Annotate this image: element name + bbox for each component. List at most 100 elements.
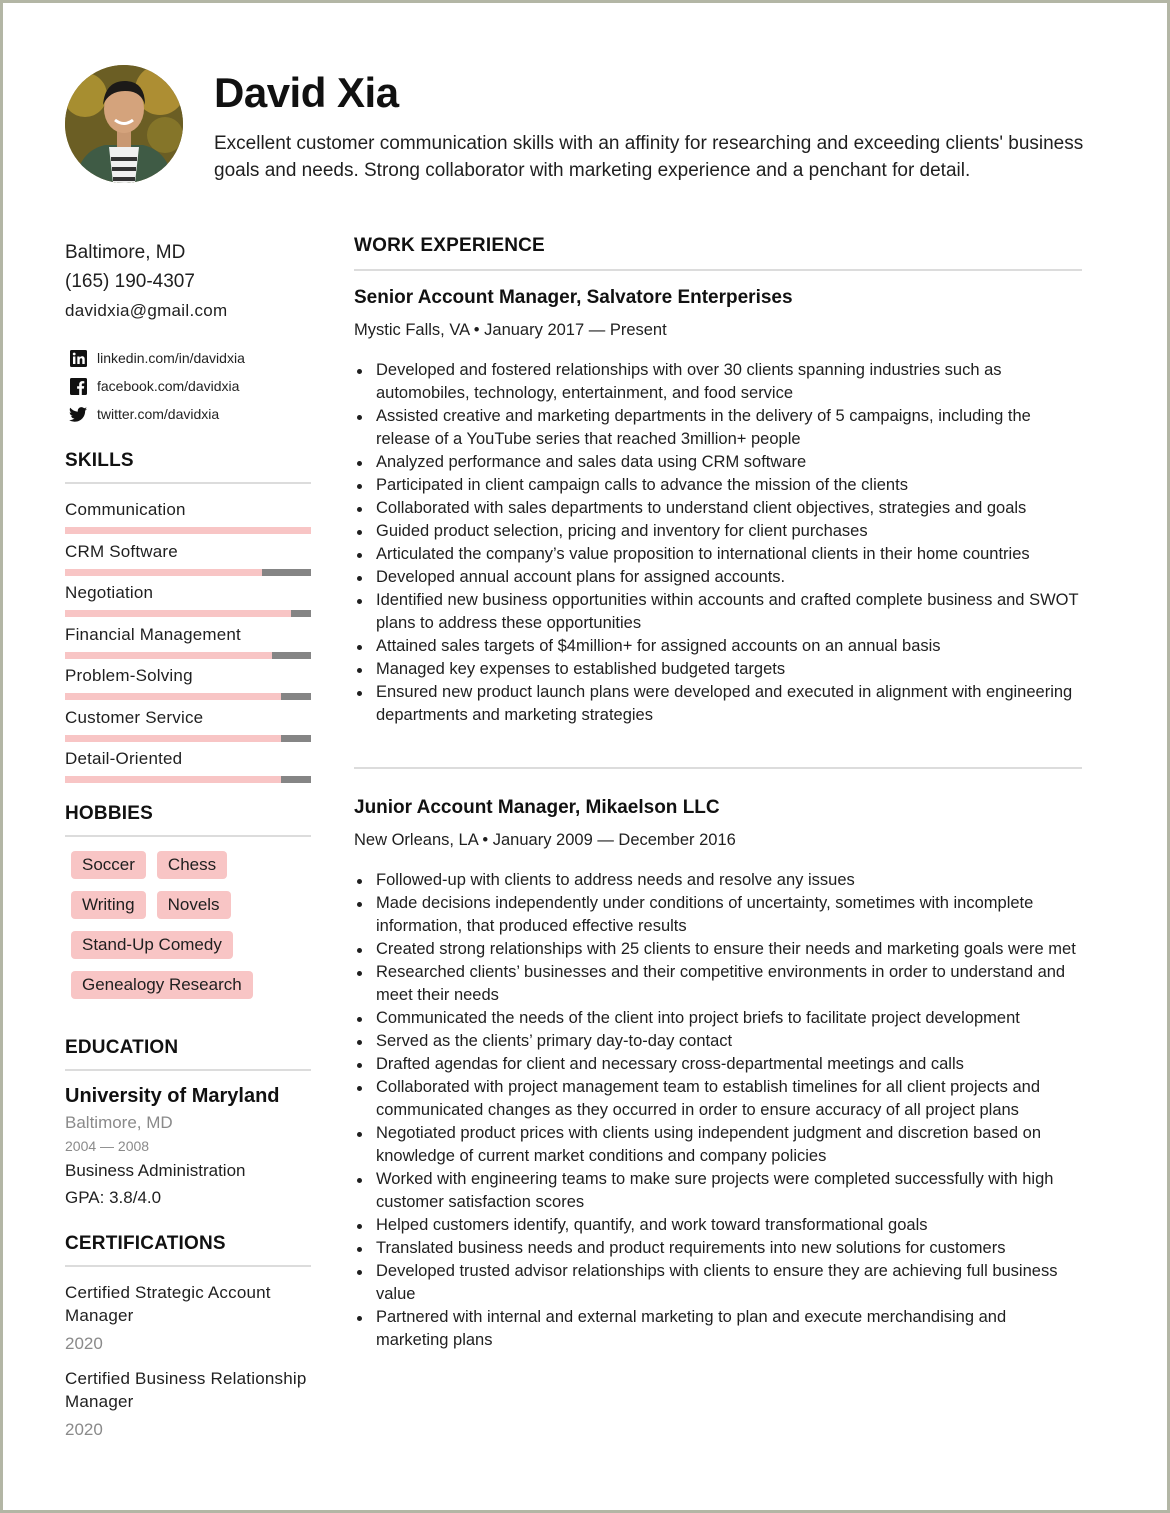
hobby-tags: Soccer Chess Writing Novels Stand-Up Com… — [65, 850, 317, 1011]
job-bullet: Collaborated with sales departments to u… — [354, 497, 1082, 520]
skill-level-bar — [65, 527, 311, 534]
job-bullet: Served as the clients’ primary day-to-da… — [354, 1030, 1082, 1053]
job-bullet: Articulated the company’s value proposit… — [354, 543, 1082, 566]
work-experience-heading: WORK EXPERIENCE — [354, 235, 1082, 271]
skill-label: Financial Management — [65, 624, 241, 644]
social-link-facebook[interactable]: facebook.com/davidxia — [65, 372, 311, 400]
skills-heading: SKILLS — [65, 450, 311, 484]
skill-level-bar — [65, 651, 311, 659]
job-bullet: Created strong relationships with 25 cli… — [354, 938, 1082, 961]
job-bullet: Communicated the needs of the client int… — [354, 1007, 1082, 1030]
hobby-tag: Soccer — [71, 850, 146, 879]
certification-name: Certified Business Relationship Manager — [65, 1368, 307, 1411]
social-link-linkedin[interactable]: linkedin.com/in/davidxia — [65, 344, 311, 372]
skill-level-bar — [65, 693, 311, 700]
twitter-icon — [69, 405, 87, 423]
school-name: University of Maryland — [65, 1084, 280, 1107]
hobby-tag: Chess — [156, 850, 228, 879]
skill-level-bar — [65, 734, 311, 742]
school-location: Baltimore, MD — [65, 1112, 173, 1132]
skill-label: Customer Service — [65, 707, 204, 727]
candidate-name: David Xia — [214, 69, 399, 116]
contact-email[interactable]: davidxia@gmail.com — [65, 296, 311, 326]
skill-level-fill — [65, 651, 272, 659]
skill-item: CRM Software — [65, 540, 311, 582]
contact-location: Baltimore, MD — [65, 242, 186, 263]
social-link-label: twitter.com/davidxia — [97, 406, 220, 422]
job-bullets: Developed and fostered relationships wit… — [354, 359, 1082, 727]
hobby-tag: Writing — [71, 890, 146, 919]
job-bullet: Guided product selection, pricing and in… — [354, 520, 1082, 543]
job-bullet: Ensured new product launch plans were de… — [354, 681, 1082, 727]
contact-phone: (165) 190-4307 — [65, 271, 195, 292]
skill-level-fill — [65, 776, 282, 783]
certification-item: Certified Business Relationship Manager … — [65, 1367, 311, 1443]
facebook-icon — [69, 377, 87, 395]
skill-level-fill — [65, 610, 292, 617]
skill-level-fill — [65, 568, 262, 576]
job-bullet: Assisted creative and marketing departme… — [354, 405, 1082, 451]
social-link-label: linkedin.com/in/davidxia — [97, 350, 245, 366]
linkedin-icon — [69, 349, 87, 367]
social-link-twitter[interactable]: twitter.com/davidxia — [65, 400, 311, 428]
skill-level-bar — [65, 776, 311, 783]
certification-year: 2020 — [65, 1419, 103, 1439]
job-bullet: Helped customers identify, quantify, and… — [354, 1214, 1082, 1237]
skill-item: Customer Service — [65, 706, 311, 748]
job-bullet: Attained sales targets of $4million+ for… — [354, 635, 1082, 658]
education-heading: EDUCATION — [65, 1037, 311, 1071]
job-meta: New Orleans, LA • January 2009 — Decembe… — [354, 831, 736, 849]
skill-level-fill — [65, 693, 282, 700]
profile-photo — [65, 65, 183, 183]
job-divider — [354, 767, 1082, 769]
job-bullet: Made decisions independently under condi… — [354, 892, 1082, 938]
skill-level-fill — [65, 734, 282, 742]
job-title: Senior Account Manager, Salvatore Enterp… — [354, 287, 793, 308]
job-bullet: Translated business needs and product re… — [354, 1237, 1082, 1260]
skill-item: Negotiation — [65, 581, 311, 623]
certification-year: 2020 — [65, 1333, 103, 1353]
job-bullet: Collaborated with project management tea… — [354, 1076, 1082, 1122]
job-entry: Junior Account Manager, Mikaelson LLC Ne… — [354, 795, 1082, 1352]
skill-label: Problem-Solving — [65, 666, 193, 685]
skill-item: Problem-Solving — [65, 664, 311, 706]
sidebar: Baltimore, MD (165) 190-4307 davidxia@gm… — [65, 238, 311, 1453]
certification-item: Certified Strategic Account Manager 2020 — [65, 1281, 311, 1357]
skill-item: Financial Management — [65, 623, 311, 665]
degree: Business Administration — [65, 1160, 246, 1180]
job-bullet: Negotiated product prices with clients u… — [354, 1122, 1082, 1168]
job-bullet: Followed-up with clients to address need… — [354, 869, 1082, 892]
job-meta: Mystic Falls, VA • January 2017 — Presen… — [354, 321, 667, 339]
skill-label: Negotiation — [65, 583, 154, 602]
skill-level-bar — [65, 568, 311, 576]
hobby-tag: Genealogy Research — [71, 970, 253, 999]
job-bullet: Analyzed performance and sales data usin… — [354, 451, 1082, 474]
skills-list: Communication CRM Software Negotiation F… — [65, 498, 311, 789]
main-content: WORK EXPERIENCE Senior Account Manager, … — [354, 235, 1082, 1352]
job-entry: Senior Account Manager, Salvatore Enterp… — [354, 285, 1082, 727]
job-bullet: Developed annual account plans for assig… — [354, 566, 1082, 589]
certifications-heading: CERTIFICATIONS — [65, 1233, 311, 1267]
job-bullet: Managed key expenses to established budg… — [354, 658, 1082, 681]
school-years: 2004 — 2008 — [65, 1137, 150, 1154]
resume-page: David Xia Excellent customer communicati… — [3, 3, 1167, 1510]
skill-item: Communication — [65, 498, 311, 540]
social-links: linkedin.com/in/davidxia facebook.com/da… — [65, 344, 311, 428]
certification-name: Certified Strategic Account Manager — [65, 1282, 271, 1325]
skill-label: CRM Software — [65, 541, 178, 561]
profile-summary: Excellent customer communication skills … — [214, 133, 1084, 181]
job-bullet: Participated in client campaign calls to… — [354, 474, 1082, 497]
skill-label: Detail-Oriented — [65, 749, 183, 768]
hobby-tag: Novels — [156, 890, 231, 919]
skill-level-fill — [65, 527, 311, 534]
social-link-label: facebook.com/davidxia — [97, 378, 240, 394]
job-bullet: Developed and fostered relationships wit… — [354, 359, 1082, 405]
hobby-tag: Stand-Up Comedy — [71, 930, 233, 959]
job-bullet: Worked with engineering teams to make su… — [354, 1168, 1082, 1214]
job-title: Junior Account Manager, Mikaelson LLC — [354, 797, 720, 818]
job-bullet: Researched clients’ businesses and their… — [354, 961, 1082, 1007]
skill-level-bar — [65, 610, 311, 617]
hobbies-heading: HOBBIES — [65, 803, 311, 837]
job-bullets: Followed-up with clients to address need… — [354, 869, 1082, 1352]
job-bullet: Drafted agendas for client and necessary… — [354, 1053, 1082, 1076]
